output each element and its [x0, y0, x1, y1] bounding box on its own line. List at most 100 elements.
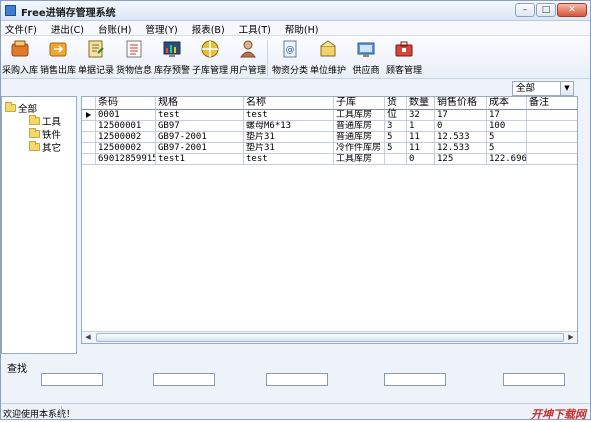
menu-report[interactable]: 报表(B) — [188, 21, 235, 36]
toolbar-stock-alert-button[interactable]: 库存预警 — [153, 36, 191, 78]
tree-node-other[interactable]: 其它 — [29, 140, 61, 154]
table-cell[interactable]: 12500002 — [96, 132, 156, 143]
toolbar-customer-manage-button[interactable]: 顾客管理 — [385, 36, 423, 78]
table-cell[interactable]: 冷作件库房 — [334, 143, 385, 154]
close-button[interactable]: ✕ — [557, 3, 587, 17]
table-cell[interactable]: 12500001 — [96, 121, 156, 132]
table-cell[interactable]: 12.533 — [435, 143, 487, 154]
scroll-thumb[interactable] — [96, 333, 564, 342]
search-field-barcode[interactable] — [41, 373, 103, 386]
table-cell[interactable]: 100 — [487, 121, 527, 132]
menu-file[interactable]: 文件(F) — [1, 21, 47, 36]
title-bar[interactable]: Free进销存管理系统 – □ ✕ — [1, 1, 590, 21]
menu-tools[interactable]: 工具(T) — [235, 21, 281, 36]
table-cell[interactable]: 5 — [385, 132, 407, 143]
table-cell[interactable]: 垫片31 — [244, 143, 334, 154]
table-cell[interactable]: 普通库房 — [334, 132, 385, 143]
tree-node-tools[interactable]: 工具 — [29, 114, 61, 128]
search-field-warehouse[interactable] — [384, 373, 446, 386]
table-cell[interactable]: 11 — [407, 132, 435, 143]
table-cell[interactable] — [527, 154, 577, 165]
col-header-location[interactable]: 货位 — [385, 97, 407, 120]
goods-info-icon — [124, 39, 144, 59]
table-cell[interactable] — [527, 121, 577, 132]
table-cell[interactable] — [527, 110, 577, 121]
table-cell[interactable]: test — [156, 110, 244, 121]
table-cell[interactable]: test1 — [156, 154, 244, 165]
scroll-left-icon[interactable]: ◀ — [83, 333, 93, 342]
table-cell[interactable]: 3 — [385, 121, 407, 132]
table-cell[interactable]: test — [244, 154, 334, 165]
row-header-current[interactable] — [82, 110, 96, 121]
row-header[interactable] — [82, 154, 96, 165]
row-header[interactable] — [82, 132, 96, 143]
menu-manage[interactable]: 管理(Y) — [142, 21, 188, 36]
col-header-name[interactable]: 名称 — [244, 97, 334, 110]
toolbar-sub-warehouse-button[interactable]: 子库管理 — [191, 36, 229, 78]
tree-node-iron[interactable]: 铁件 — [29, 127, 61, 141]
table-cell[interactable]: 5 — [487, 143, 527, 154]
table-cell[interactable]: 5 — [487, 132, 527, 143]
toolbar-user-manage-button[interactable]: 用户管理 — [229, 36, 267, 78]
table-cell[interactable]: GB97-2001 — [156, 132, 244, 143]
row-header[interactable] — [82, 121, 96, 132]
table-cell[interactable]: 12500002 — [96, 143, 156, 154]
search-field-name[interactable] — [266, 373, 328, 386]
table-cell[interactable] — [385, 110, 407, 121]
row-header[interactable] — [82, 143, 96, 154]
category-filter-select[interactable]: 全部 ▼ — [512, 81, 574, 96]
table-cell[interactable]: 0001 — [96, 110, 156, 121]
col-header-spec[interactable]: 规格 — [156, 97, 244, 110]
col-header-barcode[interactable]: 条码 — [96, 97, 156, 110]
table-cell[interactable]: 122.696 — [487, 154, 527, 165]
toolbar-goods-info-button[interactable]: 货物信息 — [115, 36, 153, 78]
table-cell[interactable] — [527, 143, 577, 154]
table-cell[interactable]: 17 — [487, 110, 527, 121]
toolbar-document-record-button[interactable]: 单据记录 — [77, 36, 115, 78]
toolbar-unit-maintain-button[interactable]: 单位维护 — [309, 36, 347, 78]
tree-node-root[interactable]: 全部 — [5, 101, 37, 115]
search-field-spec[interactable] — [153, 373, 215, 386]
table-cell[interactable] — [385, 154, 407, 165]
col-header-remark[interactable]: 备注 — [527, 97, 577, 110]
toolbar-sales-out-button[interactable]: 销售出库 — [39, 36, 77, 78]
table-cell[interactable]: 工具库房 — [334, 154, 385, 165]
table-cell[interactable]: 工具库房 — [334, 110, 385, 121]
table-cell[interactable]: 5 — [385, 143, 407, 154]
horizontal-scrollbar[interactable]: ◀ ▶ — [82, 331, 577, 343]
table-cell[interactable]: 32 — [407, 110, 435, 121]
table-cell[interactable]: 12.533 — [435, 132, 487, 143]
col-header-quantity[interactable]: 数量 — [407, 97, 435, 110]
table-cell[interactable]: 125 — [435, 154, 487, 165]
minimize-button[interactable]: – — [515, 3, 535, 17]
folder-icon — [29, 128, 40, 138]
table-cell[interactable]: GB97 — [156, 121, 244, 132]
toolbar-supplier-button[interactable]: 供应商 — [347, 36, 385, 78]
col-header-cost[interactable]: 成本 — [487, 97, 527, 110]
col-header-warehouse[interactable]: 子库 — [334, 97, 385, 110]
menu-ledger[interactable]: 台账(H) — [94, 21, 142, 36]
table-cell[interactable]: 1 — [407, 121, 435, 132]
table-cell[interactable]: 11 — [407, 143, 435, 154]
menu-help[interactable]: 帮助(H) — [281, 21, 329, 36]
table-cell[interactable]: 17 — [435, 110, 487, 121]
table-cell[interactable]: 6901285991531 — [96, 154, 156, 165]
table-cell[interactable] — [527, 132, 577, 143]
inventory-grid: 条码 规格 名称 子库 货位 数量 销售价格 成本 备注 0001 test t… — [81, 96, 578, 344]
table-cell[interactable]: GB97-2001 — [156, 143, 244, 154]
col-header-price[interactable]: 销售价格 — [435, 97, 487, 110]
table-cell[interactable]: 0 — [435, 121, 487, 132]
toolbar-category-button[interactable]: @ 物资分类 — [271, 36, 309, 78]
search-field-price[interactable] — [503, 373, 565, 386]
chevron-down-icon[interactable]: ▼ — [560, 82, 573, 95]
table-cell[interactable]: 垫片31 — [244, 132, 334, 143]
toolbar-purchase-in-button[interactable]: 采购入库 — [1, 36, 39, 78]
table-cell[interactable]: 普通库房 — [334, 121, 385, 132]
maximize-button[interactable]: □ — [536, 3, 556, 17]
folder-icon — [29, 115, 40, 125]
table-cell[interactable]: test — [244, 110, 334, 121]
scroll-right-icon[interactable]: ▶ — [566, 333, 576, 342]
table-cell[interactable]: 螺母M6*13 — [244, 121, 334, 132]
table-cell[interactable]: 0 — [407, 154, 435, 165]
menu-inout[interactable]: 进出(C) — [47, 21, 94, 36]
